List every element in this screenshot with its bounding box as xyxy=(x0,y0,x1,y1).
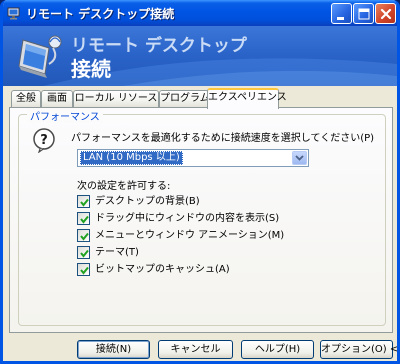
checkmark-icon xyxy=(80,232,89,241)
title-bar[interactable]: リモート デスクトップ接続 xyxy=(3,0,397,26)
minimize-icon xyxy=(337,17,344,20)
allow-settings-label: 次の設定を許可する: xyxy=(77,181,171,192)
minimize-button[interactable] xyxy=(331,3,352,24)
svg-text:?: ? xyxy=(40,133,48,148)
checkmark-icon xyxy=(80,266,89,275)
banner-title-line2: 接続 xyxy=(71,57,111,81)
checkmark-icon xyxy=(80,198,89,207)
options-button[interactable]: オプション(O) << xyxy=(320,340,397,359)
bitmap-caching-checkbox[interactable] xyxy=(77,263,90,276)
bitmap-caching-label: ビットマップのキャッシュ(A) xyxy=(95,264,230,275)
remote-desktop-app-icon xyxy=(7,7,20,20)
experience-tab-panel: パフォーマンス ? パフォーマンスを最適化するために接続速度を選択してください(… xyxy=(9,107,393,333)
dropdown-button[interactable] xyxy=(292,151,307,165)
performance-group-label: パフォーマンス xyxy=(27,108,103,123)
question-icon: ? xyxy=(33,128,55,153)
themes-checkbox[interactable] xyxy=(77,246,90,259)
cancel-button[interactable]: キャンセル xyxy=(158,340,233,359)
menu-window-animation-label: メニューとウィンドウ アニメーション(M) xyxy=(95,230,285,241)
checkmark-icon xyxy=(80,249,89,258)
connection-speed-description: パフォーマンスを最適化するために接続速度を選択してください(P) xyxy=(71,133,375,144)
connection-speed-select[interactable]: LAN (10 Mbps 以上) xyxy=(77,149,309,167)
help-button[interactable]: ヘルプ(H) xyxy=(241,340,314,359)
tab-display[interactable]: 画面 xyxy=(41,90,73,107)
tab-experience[interactable]: エクスペリエンス xyxy=(207,88,287,109)
menu-window-animation-checkbox[interactable] xyxy=(77,229,90,242)
maximize-icon xyxy=(358,8,370,20)
show-window-contents-label: ドラッグ中にウィンドウの内容を表示(S) xyxy=(95,213,280,224)
maximize-button[interactable] xyxy=(353,3,374,24)
tab-general[interactable]: 全般 xyxy=(11,90,41,107)
performance-group: パフォーマンス ? パフォーマンスを最適化するために接続速度を選択してください(… xyxy=(18,108,386,326)
show-window-contents-checkbox[interactable] xyxy=(77,212,90,225)
connection-speed-value: LAN (10 Mbps 以上) xyxy=(80,151,183,165)
window-title: リモート デスクトップ接続 xyxy=(26,7,175,21)
tab-strip: 全般 画面 ローカル リソース プログラム エクスペリエンス xyxy=(9,88,393,109)
tab-programs[interactable]: プログラム xyxy=(159,90,210,107)
desktop-background-label: デスクトップの背景(B) xyxy=(95,196,200,207)
connect-button[interactable]: 接続(N) xyxy=(77,340,150,359)
banner: リモート デスクトップ 接続 xyxy=(3,26,397,86)
close-icon xyxy=(380,8,392,20)
chevron-down-icon xyxy=(295,155,304,161)
themes-label: テーマ(T) xyxy=(95,247,139,258)
remote-desktop-logo-icon xyxy=(18,35,62,78)
desktop-background-checkbox[interactable] xyxy=(77,195,90,208)
checkmark-icon xyxy=(80,215,89,224)
close-button[interactable] xyxy=(375,3,396,24)
tab-local-resources[interactable]: ローカル リソース xyxy=(73,90,159,107)
remote-desktop-window: リモート デスクトップ接続 リモート デスクトップ 接続 全般 画面 ローカル … xyxy=(0,0,400,364)
